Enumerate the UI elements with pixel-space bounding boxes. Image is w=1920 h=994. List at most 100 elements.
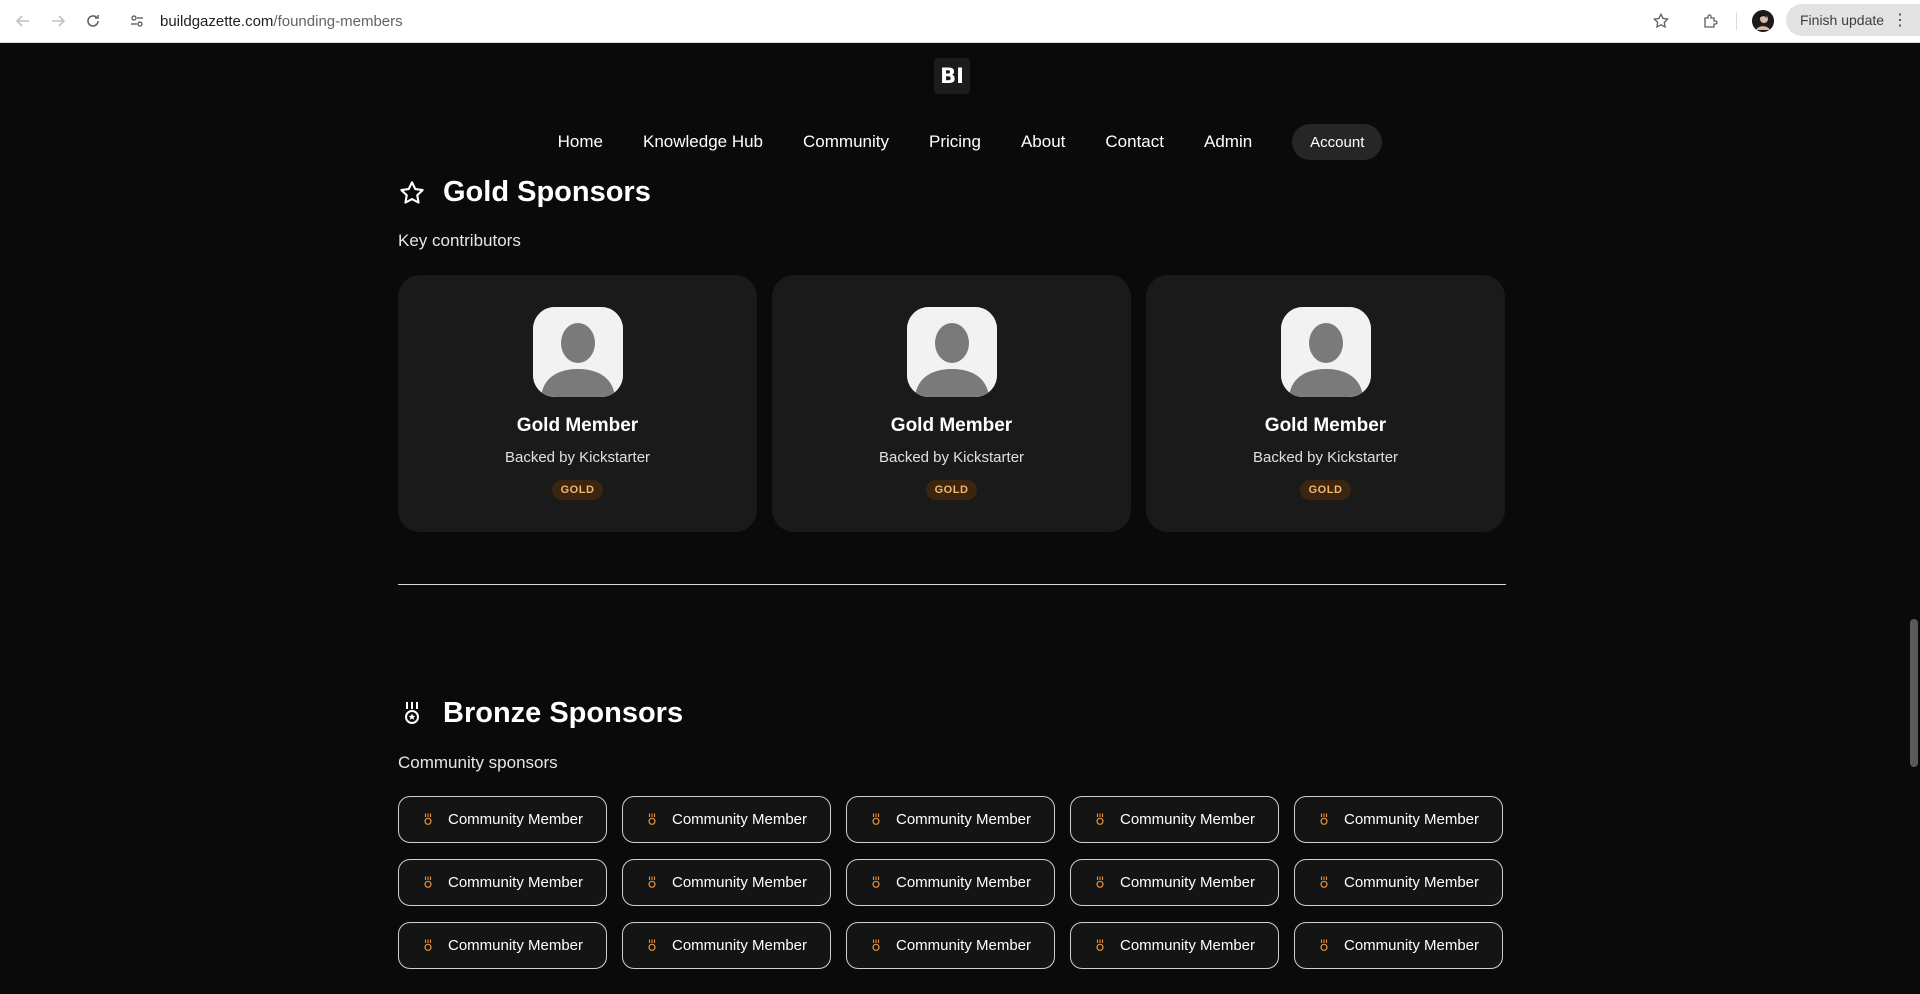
forward-button[interactable] bbox=[46, 9, 70, 33]
member-label: Community Member bbox=[895, 811, 1032, 828]
member-label: Community Member bbox=[447, 937, 584, 954]
member-label: Community Member bbox=[447, 874, 584, 891]
nav-knowledge-hub[interactable]: Knowledge Hub bbox=[643, 132, 763, 152]
bookmark-button[interactable] bbox=[1650, 10, 1672, 32]
card-name: Gold Member bbox=[516, 415, 639, 436]
medal-icon bbox=[646, 813, 658, 827]
nav-community[interactable]: Community bbox=[803, 132, 889, 152]
member-label: Community Member bbox=[895, 874, 1032, 891]
member-label: Community Member bbox=[1343, 937, 1480, 954]
community-member-pill[interactable]: Community Member bbox=[846, 922, 1055, 969]
star-icon bbox=[1652, 12, 1670, 29]
card-backer: Backed by Kickstarter bbox=[878, 449, 1025, 466]
puzzle-icon bbox=[1704, 14, 1718, 28]
gold-member-card[interactable]: Gold Member Backed by Kickstarter GOLD bbox=[772, 275, 1131, 532]
tier-badge: GOLD bbox=[551, 480, 604, 500]
card-backer: Backed by Kickstarter bbox=[504, 449, 651, 466]
finish-update-label: Finish update bbox=[1800, 12, 1885, 28]
medal-icon bbox=[646, 876, 658, 890]
section-divider bbox=[398, 584, 1506, 585]
member-label: Community Member bbox=[1119, 811, 1256, 828]
gold-sponsors-heading: Gold Sponsors bbox=[398, 176, 651, 209]
community-member-pill[interactable]: Community Member bbox=[1070, 796, 1279, 843]
medal-icon bbox=[870, 939, 882, 953]
tier-badge: GOLD bbox=[925, 480, 978, 500]
reload-button[interactable] bbox=[81, 9, 105, 33]
star-outline-icon bbox=[398, 179, 426, 207]
medal-icon bbox=[422, 813, 434, 827]
community-member-pill[interactable]: Community Member bbox=[622, 796, 831, 843]
card-backer: Backed by Kickstarter bbox=[1252, 449, 1399, 466]
nav-home[interactable]: Home bbox=[558, 132, 603, 152]
page-scrollbar[interactable] bbox=[1908, 43, 1920, 994]
bronze-sponsors-title: Bronze Sponsors bbox=[443, 697, 684, 729]
person-silhouette-icon bbox=[532, 307, 623, 397]
nav-admin[interactable]: Admin bbox=[1204, 132, 1252, 152]
kebab-menu-icon[interactable]: ⋮ bbox=[1892, 10, 1908, 30]
gold-member-card[interactable]: Gold Member Backed by Kickstarter GOLD bbox=[1146, 275, 1505, 532]
nav-pricing[interactable]: Pricing bbox=[929, 132, 981, 152]
community-member-pill[interactable]: Community Member bbox=[846, 859, 1055, 906]
community-member-pill[interactable]: Community Member bbox=[622, 859, 831, 906]
bronze-sponsors-grid: Community Member Community Member Communit… bbox=[398, 796, 1506, 969]
gold-sponsors-subtitle: Key contributors bbox=[398, 231, 521, 250]
community-member-pill[interactable]: Community Member bbox=[1294, 922, 1503, 969]
card-name: Gold Member bbox=[1264, 415, 1387, 436]
arrow-left-icon bbox=[15, 15, 29, 27]
medal-icon bbox=[1318, 876, 1330, 890]
medal-icon bbox=[1318, 939, 1330, 953]
medal-icon bbox=[1094, 939, 1106, 953]
person-silhouette-icon bbox=[906, 307, 997, 397]
community-member-pill[interactable]: Community Member bbox=[622, 922, 831, 969]
medal-icon bbox=[1318, 813, 1330, 827]
medal-icon bbox=[422, 939, 434, 953]
tier-badge: GOLD bbox=[1299, 480, 1352, 500]
gold-sponsors-title: Gold Sponsors bbox=[443, 176, 651, 208]
member-label: Community Member bbox=[447, 811, 584, 828]
community-member-pill[interactable]: Community Member bbox=[1294, 859, 1503, 906]
scrollbar-thumb[interactable] bbox=[1910, 619, 1918, 767]
extensions-button[interactable] bbox=[1700, 10, 1722, 32]
member-label: Community Member bbox=[671, 937, 808, 954]
medal-icon bbox=[870, 813, 882, 827]
member-label: Community Member bbox=[1119, 874, 1256, 891]
community-member-pill[interactable]: Community Member bbox=[1294, 796, 1503, 843]
finish-update-button[interactable]: Finish update ⋮ bbox=[1786, 4, 1920, 36]
gold-member-card[interactable]: Gold Member Backed by Kickstarter GOLD bbox=[398, 275, 757, 532]
main-nav: Home Knowledge Hub Community Pricing Abo… bbox=[0, 124, 1920, 160]
site-logo[interactable]: BI bbox=[934, 58, 970, 94]
medal-icon bbox=[422, 876, 434, 890]
community-member-pill[interactable]: Community Member bbox=[846, 796, 1055, 843]
community-member-pill[interactable]: Community Member bbox=[1070, 859, 1279, 906]
card-name: Gold Member bbox=[890, 415, 1013, 436]
community-member-pill[interactable]: Community Member bbox=[398, 796, 607, 843]
nav-about[interactable]: About bbox=[1021, 132, 1065, 152]
url-text: buildgazette.com/founding-members bbox=[160, 12, 403, 30]
profile-avatar[interactable] bbox=[1752, 10, 1774, 32]
bronze-sponsors-subtitle: Community sponsors bbox=[398, 753, 558, 772]
profile-icon bbox=[1752, 10, 1774, 32]
account-button[interactable]: Account bbox=[1292, 124, 1383, 160]
medal-icon bbox=[398, 700, 426, 728]
medal-icon bbox=[1094, 876, 1106, 890]
community-member-pill[interactable]: Community Member bbox=[398, 859, 607, 906]
community-member-pill[interactable]: Community Member bbox=[398, 922, 607, 969]
address-bar[interactable]: buildgazette.com/founding-members bbox=[128, 6, 1668, 36]
site-info-icon[interactable] bbox=[128, 12, 146, 30]
person-silhouette-icon bbox=[1280, 307, 1371, 397]
medal-icon bbox=[646, 939, 658, 953]
gold-sponsors-grid: Gold Member Backed by Kickstarter GOLD G… bbox=[398, 275, 1506, 532]
avatar bbox=[906, 307, 997, 397]
member-label: Community Member bbox=[1119, 937, 1256, 954]
member-label: Community Member bbox=[671, 874, 808, 891]
back-button[interactable] bbox=[11, 9, 35, 33]
member-label: Community Member bbox=[1343, 811, 1480, 828]
reload-icon bbox=[87, 15, 99, 27]
medal-icon bbox=[870, 876, 882, 890]
community-member-pill[interactable]: Community Member bbox=[1070, 922, 1279, 969]
member-label: Community Member bbox=[895, 937, 1032, 954]
member-label: Community Member bbox=[1343, 874, 1480, 891]
nav-contact[interactable]: Contact bbox=[1105, 132, 1164, 152]
browser-toolbar: buildgazette.com/founding-members Finish… bbox=[0, 0, 1920, 43]
medal-icon bbox=[1094, 813, 1106, 827]
